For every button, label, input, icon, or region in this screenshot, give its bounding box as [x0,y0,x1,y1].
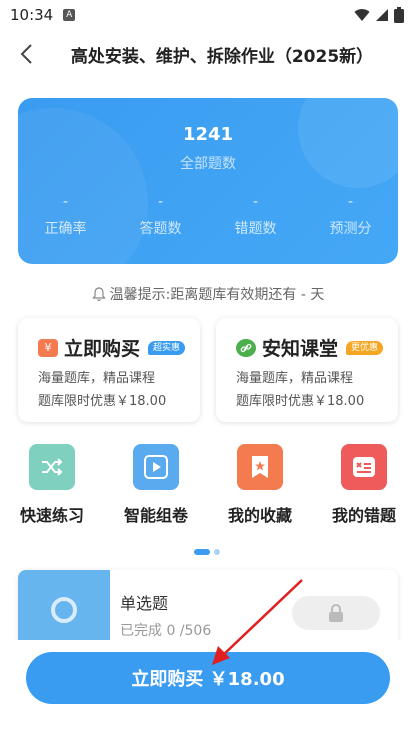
validity-tip: 温馨提示:距离题库有效期还有 - 天 [0,284,416,304]
circle-icon [51,597,77,623]
stat-answered: - 答题数 [113,194,208,238]
stat-label: 正确率 [44,221,87,237]
stats-row: - 正确率 - 答题数 - 错题数 - 预测分 [18,194,398,238]
bell-icon [91,286,106,301]
my-wrong-questions-button[interactable]: 我的错题 [312,444,416,526]
feature-grid: 快速练习 智能组卷 我的收藏 我的错题 [0,444,416,526]
page-title: 高处安装、维护、拆除作业（2025新） [70,46,374,67]
promo-line: 海量题库，精品课程 [38,371,156,386]
stat-value: - [157,194,164,210]
wifi-icon [354,9,370,21]
signal-icon [376,9,388,21]
promo-title: 安知课堂 [262,338,339,360]
question-type-thumbnail [18,570,110,650]
anzhi-classroom-card[interactable]: 安知课堂 更优惠 海量题库，精品课程 题库限时优惠￥18.00 [216,318,398,422]
promo-title: 立即购买 [64,338,141,360]
chevron-left-icon [20,44,32,64]
quick-practice-button[interactable]: 快速练习 [0,444,104,526]
shuffle-icon [29,444,75,490]
promo-badge: 更优惠 [346,340,384,355]
stat-wrong: - 错题数 [208,194,303,238]
notification-app-icon: A [63,9,76,21]
promo-price-line: 题库限时优惠￥18.00 [236,394,365,409]
buy-now-button[interactable]: 立即购买 ￥18.00 [26,652,390,704]
question-type-title: 单选题 [120,594,169,613]
feature-label: 快速练习 [19,506,84,525]
yen-icon: ¥ [38,338,58,357]
nav-bar: 高处安装、维护、拆除作业（2025新） [0,30,416,78]
promo-head: 安知课堂 更优惠 [236,334,398,361]
lock-icon [329,604,343,622]
total-questions: 1241 [182,124,234,145]
stat-label: 预测分 [329,221,372,237]
stat-value: - [62,194,69,210]
locked-button[interactable] [292,596,380,630]
promo-badge: 超实惠 [148,340,186,355]
stat-label: 答题数 [139,221,182,237]
status-time: 10:34 [10,6,54,24]
page-dot [214,549,220,555]
feature-label: 我的收藏 [227,506,292,525]
my-favorites-button[interactable]: 我的收藏 [208,444,312,526]
page-indicator [194,549,220,555]
wrong-questions-icon [341,444,387,490]
back-button[interactable] [14,40,38,68]
stat-predicted-score: - 预测分 [303,194,398,238]
page-dot-active [194,549,210,555]
total-questions-label: 全部题数 [180,156,236,172]
tip-text: 温馨提示:距离题库有效期还有 - 天 [109,287,325,303]
buy-now-card[interactable]: ¥ 立即购买 超实惠 海量题库，精品课程 题库限时优惠￥18.00 [18,318,200,422]
status-icons [354,7,404,23]
stats-card: 1241 全部题数 - 正确率 - 答题数 - 错题数 - 预测分 [18,98,398,264]
stat-label: 错题数 [234,221,277,237]
status-bar: 10:34 A [0,0,416,30]
stat-accuracy: - 正确率 [18,194,113,238]
question-type-progress: 已完成 0 /506 [120,623,212,639]
link-icon [236,338,256,357]
promo-line: 海量题库，精品课程 [236,371,354,386]
smart-paper-button[interactable]: 智能组卷 [104,444,208,526]
stat-value: - [347,194,354,210]
feature-label: 智能组卷 [123,506,188,525]
stat-value: - [252,194,259,210]
bottom-bar: 立即购买 ￥18.00 [0,640,416,739]
question-type-card[interactable]: 单选题 已完成 0 /506 [18,570,398,650]
promo-price-line: 题库限时优惠￥18.00 [38,394,167,409]
feature-label: 我的错题 [331,506,396,525]
promo-head: ¥ 立即购买 超实惠 [38,334,200,361]
bookmark-star-icon [237,444,283,490]
play-icon [133,444,179,490]
battery-icon [394,7,404,23]
